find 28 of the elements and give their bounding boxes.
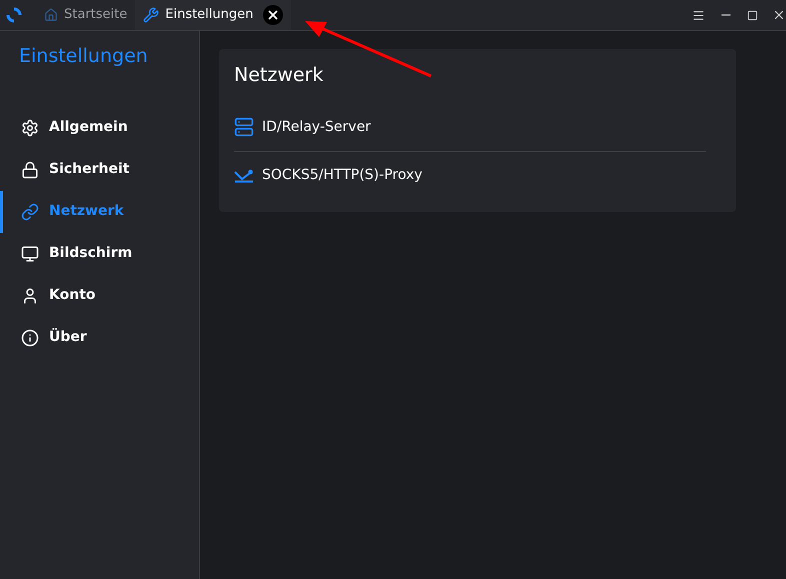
settings-link[interactable]: SOCKS5/HTTP(S)-Proxy	[234, 152, 706, 200]
sidebar-item[interactable]: Netzwerk	[0, 190, 199, 232]
sidebar-title: Einstellungen	[18, 44, 149, 69]
maximize-icon	[747, 10, 758, 20]
app-logo-icon	[6, 7, 22, 23]
user-icon	[21, 286, 39, 304]
gear-icon	[21, 118, 39, 136]
sidebar-item[interactable]: Konto	[0, 274, 199, 316]
wrench-icon	[143, 7, 160, 23]
lock-icon	[21, 160, 39, 178]
link-icon	[21, 202, 39, 220]
close-icon	[772, 8, 786, 22]
info-icon	[21, 328, 39, 346]
close-icon	[266, 8, 280, 22]
tab[interactable]: Startseite	[36, 0, 136, 30]
tab[interactable]: Einstellungen	[135, 0, 292, 30]
settings-link[interactable]: ID/Relay-Server	[234, 104, 706, 152]
sidebar-item[interactable]: Über	[0, 316, 199, 358]
proxy-icon	[234, 168, 254, 182]
server-icon	[234, 117, 254, 137]
sidebar-item[interactable]: Allgemein	[0, 106, 199, 148]
menu-icon	[692, 8, 705, 22]
home-icon	[44, 8, 58, 22]
card-title: Netzwerk	[234, 63, 324, 88]
close-tab-button[interactable]	[263, 5, 284, 25]
sidebar-item[interactable]: Sicherheit	[0, 148, 199, 190]
monitor-icon	[21, 244, 39, 262]
sidebar-item[interactable]: Bildschirm	[0, 232, 199, 274]
